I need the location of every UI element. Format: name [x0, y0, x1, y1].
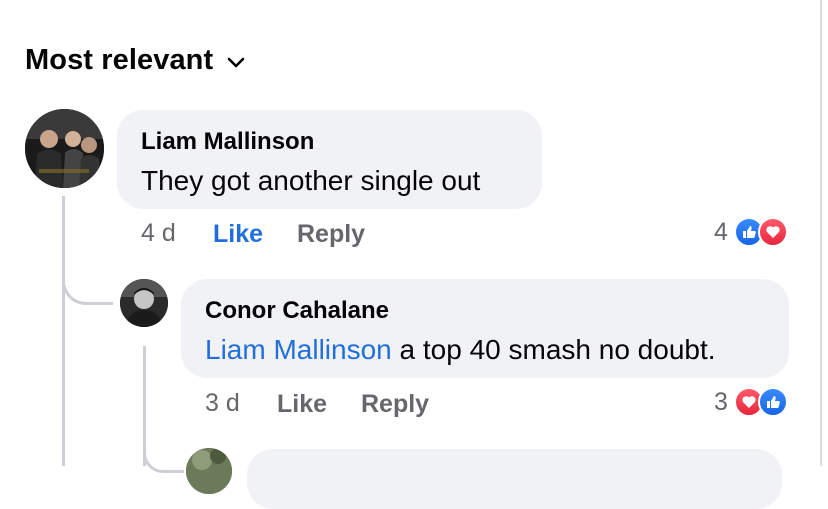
- chevron-down-icon: [227, 57, 245, 69]
- thread-line: [62, 196, 65, 466]
- comment-bubble: Conor Cahalane Liam Mallinson a top 40 s…: [181, 279, 789, 378]
- thread-connector: [62, 260, 113, 305]
- comment-author[interactable]: Liam Mallinson: [141, 128, 314, 156]
- comment-body: a top 40 smash no doubt.: [391, 334, 716, 365]
- avatar-conor-cahalane[interactable]: [120, 279, 168, 327]
- reply-button[interactable]: Reply: [297, 220, 365, 249]
- comment-bubble: [247, 449, 782, 509]
- comment-text: They got another single out: [141, 165, 481, 196]
- reactions-summary[interactable]: 3: [714, 387, 788, 417]
- sort-dropdown[interactable]: Most relevant: [25, 44, 245, 77]
- like-icon: [757, 387, 788, 417]
- reactions-summary[interactable]: 4: [714, 217, 788, 247]
- comment-author[interactable]: Conor Cahalane: [205, 297, 389, 325]
- comment-bubble: Liam Mallinson They got another single o…: [117, 110, 542, 209]
- reaction-count: 4: [714, 217, 728, 246]
- comment-timestamp[interactable]: 3 d: [205, 389, 240, 418]
- reaction-count: 3: [714, 387, 728, 416]
- mention-link[interactable]: Liam Mallinson: [205, 334, 392, 365]
- avatar-liam-mallinson[interactable]: [25, 109, 104, 188]
- like-button[interactable]: Like: [277, 390, 327, 419]
- thread-connector: [143, 440, 184, 473]
- reply-button[interactable]: Reply: [361, 390, 429, 419]
- avatar[interactable]: [186, 448, 232, 494]
- sort-label: Most relevant: [25, 44, 214, 76]
- scrollbar[interactable]: [820, 0, 822, 466]
- love-icon: [757, 217, 788, 247]
- comment-timestamp[interactable]: 4 d: [141, 219, 176, 248]
- comment-text: Liam Mallinson a top 40 smash no doubt.: [205, 334, 716, 366]
- like-button[interactable]: Like: [213, 220, 263, 249]
